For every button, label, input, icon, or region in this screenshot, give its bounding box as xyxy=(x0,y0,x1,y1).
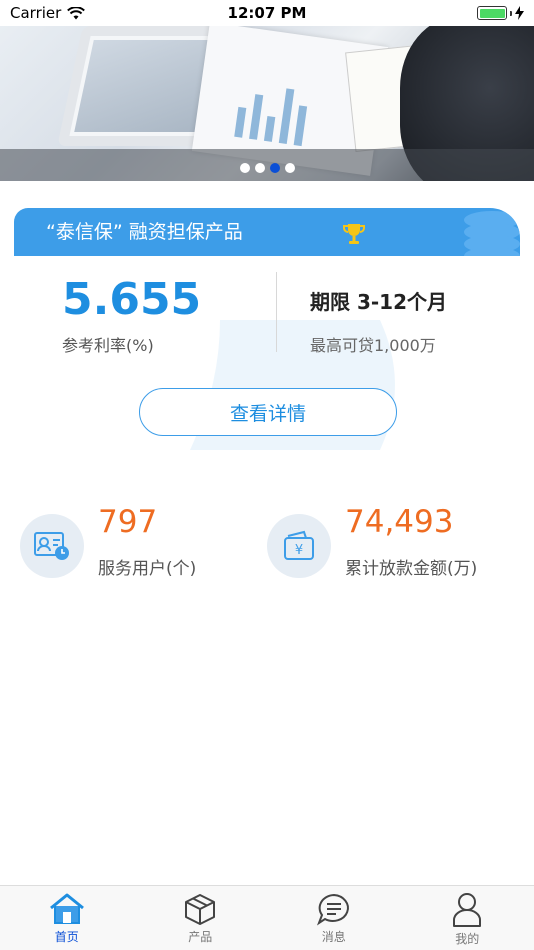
carousel-indicator xyxy=(0,163,534,173)
carousel-dot[interactable] xyxy=(284,163,295,173)
tab-home[interactable]: 首页 xyxy=(0,886,134,950)
tab-products[interactable]: 产品 xyxy=(134,886,268,950)
view-details-button[interactable]: 查看详情 xyxy=(139,388,397,436)
wallet-yen-icon: ¥ xyxy=(284,530,314,560)
served-users-label: 服务用户(个) xyxy=(98,559,197,579)
metric-icon-container: ¥ xyxy=(267,514,331,578)
served-users-metric: 797 服务用户(个) xyxy=(20,504,250,584)
bottom-tab-bar: 首页 产品 消息 我的 xyxy=(0,885,534,950)
box-icon xyxy=(185,894,216,925)
tab-label: 首页 xyxy=(54,930,79,944)
stats-divider xyxy=(276,272,277,352)
user-icon xyxy=(453,893,482,927)
max-loan-amount: 最高可贷1,000万 xyxy=(310,336,436,355)
trophy-icon xyxy=(343,224,365,244)
reference-rate-label: 参考利率(%) xyxy=(62,336,154,355)
carousel-dot[interactable] xyxy=(254,163,265,173)
total-loan-value: 74,493 xyxy=(345,504,454,540)
home-icon xyxy=(49,893,84,924)
loan-term: 期限 3-12个月 xyxy=(310,290,448,314)
chat-icon xyxy=(316,893,349,926)
tab-label: 产品 xyxy=(188,930,213,944)
tab-me[interactable]: 我的 xyxy=(401,886,534,950)
status-bar: Carrier 12:07 PM xyxy=(0,0,534,26)
reference-rate-value: 5.655 xyxy=(62,274,202,325)
metric-icon-container xyxy=(20,514,84,578)
total-loan-metric: ¥ 74,493 累计放款金额(万) xyxy=(267,504,527,584)
carousel-dot-active[interactable] xyxy=(269,163,280,173)
clock: 12:07 PM xyxy=(227,4,307,22)
banner-carousel[interactable] xyxy=(0,26,534,181)
tab-label: 我的 xyxy=(455,932,480,946)
carousel-dot[interactable] xyxy=(239,163,250,173)
coins-decoration-icon xyxy=(464,211,520,256)
svg-text:¥: ¥ xyxy=(295,543,303,558)
tab-label: 消息 xyxy=(321,930,346,944)
total-loan-label: 累计放款金额(万) xyxy=(345,559,478,579)
product-card-header: “泰信保” 融资担保产品 xyxy=(14,208,520,256)
product-title: “泰信保” 融资担保产品 xyxy=(46,221,243,243)
id-card-clock-icon xyxy=(34,532,69,560)
served-users-value: 797 xyxy=(98,504,158,540)
product-stats: 5.655 参考利率(%) 期限 3-12个月 最高可贷1,000万 xyxy=(0,256,534,376)
tab-messages[interactable]: 消息 xyxy=(267,886,401,950)
